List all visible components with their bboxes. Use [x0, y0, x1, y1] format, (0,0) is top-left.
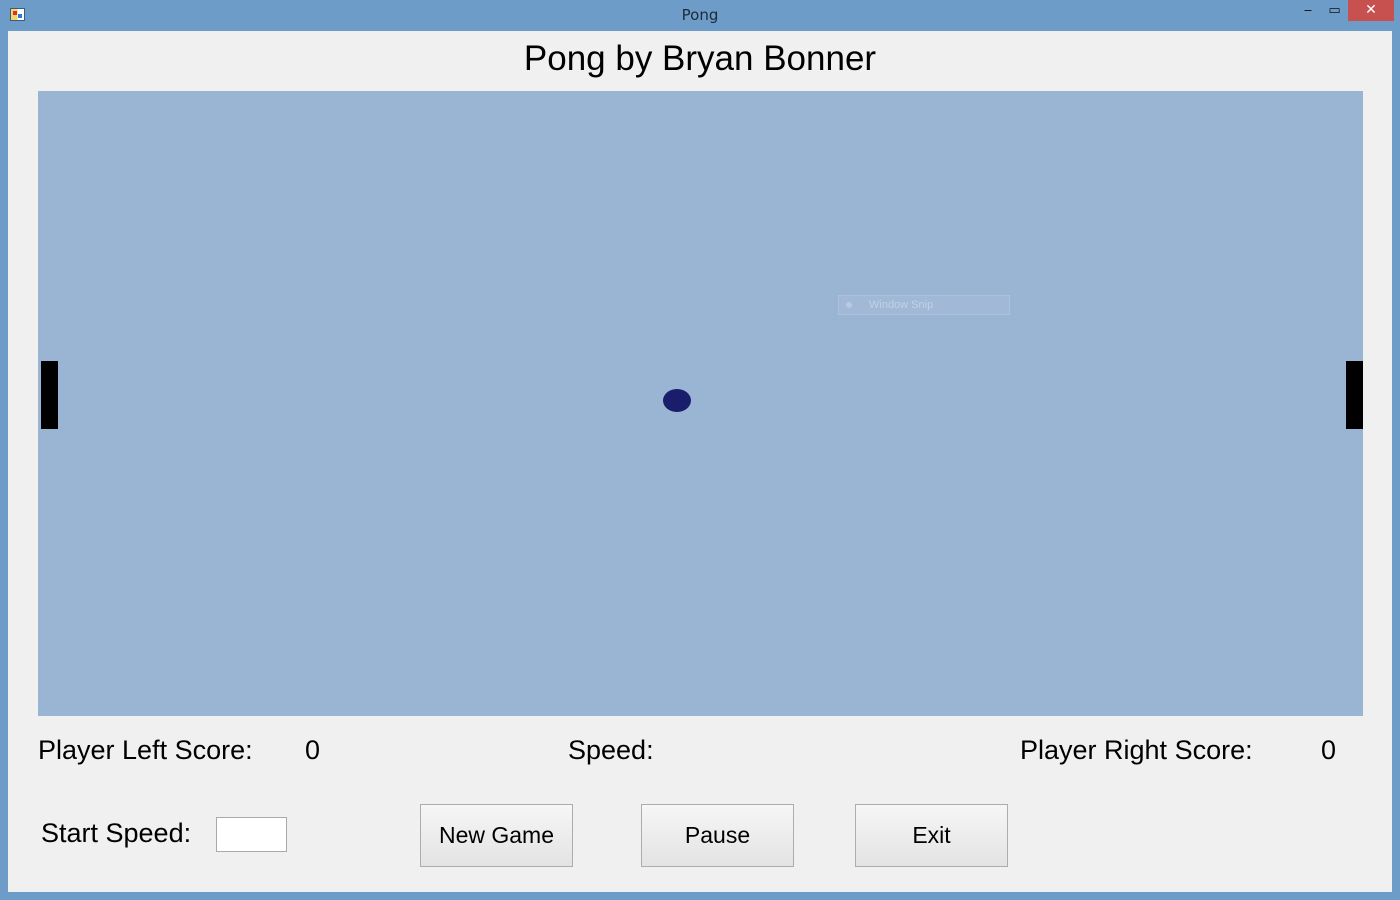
window-snip-label: Window Snip: [869, 299, 934, 311]
page-title: Pong by Bryan Bonner: [523, 39, 877, 78]
new-game-button[interactable]: New Game: [420, 804, 573, 867]
minimize-icon[interactable]: ‒: [1295, 0, 1321, 21]
speed-label: Speed:: [568, 735, 654, 765]
window-title: Pong: [681, 6, 719, 24]
left-paddle: [41, 361, 58, 429]
pause-button[interactable]: Pause: [641, 804, 794, 867]
title-bar[interactable]: Pong ‒ ▭ ✕: [0, 0, 1400, 31]
close-icon[interactable]: ✕: [1348, 0, 1394, 21]
left-score-value: 0: [305, 735, 321, 765]
maximize-icon[interactable]: ▭: [1321, 0, 1348, 21]
game-court[interactable]: Window Snip: [38, 91, 1363, 716]
window-snip-overlay: Window Snip: [838, 295, 1010, 315]
start-speed-label: Start Speed:: [41, 818, 192, 848]
game-window: Pong ‒ ▭ ✕ Pong by Bryan Bonner Window S…: [0, 0, 1400, 900]
game-client-area: Pong by Bryan Bonner Window Snip Player …: [8, 31, 1392, 892]
snip-dot-icon: [846, 302, 852, 308]
start-speed-input[interactable]: [216, 817, 287, 852]
exit-button[interactable]: Exit: [855, 804, 1008, 867]
ball: [663, 389, 691, 412]
left-score-label: Player Left Score:: [38, 735, 253, 765]
right-paddle: [1346, 361, 1363, 429]
right-score-label: Player Right Score:: [1020, 735, 1253, 765]
right-score-value: 0: [1321, 735, 1337, 765]
